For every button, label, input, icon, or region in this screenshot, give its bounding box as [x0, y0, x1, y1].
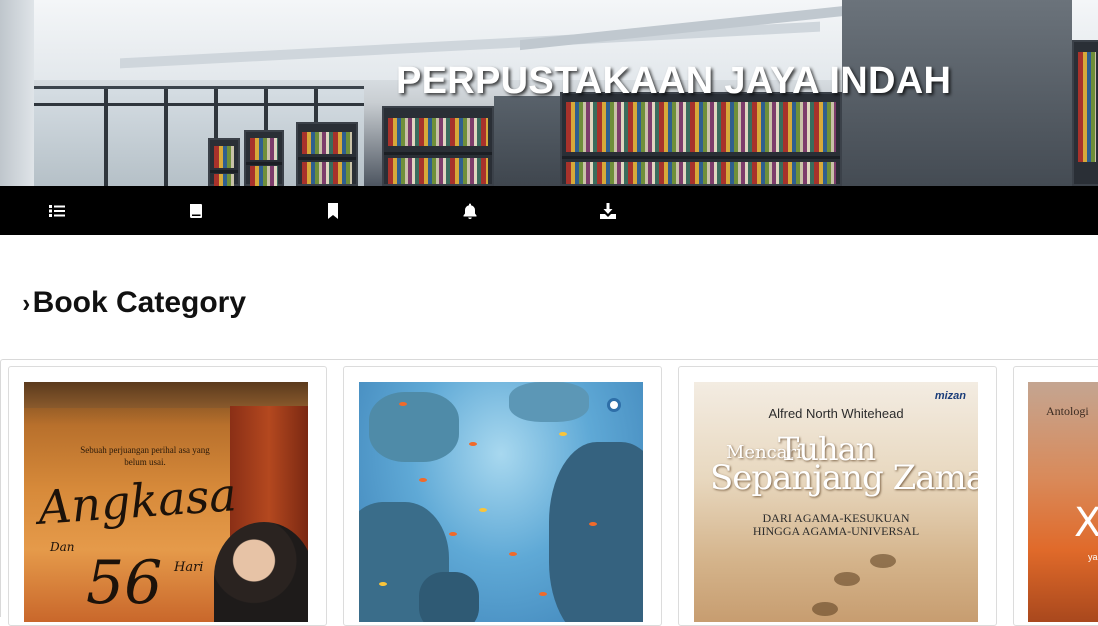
hero-pillar — [0, 0, 34, 186]
bookmark-icon — [328, 202, 338, 219]
hero-banner: PERPUSTAKAAN JAYA INDAH — [0, 0, 1098, 186]
site-title: PERPUSTAKAAN JAYA INDAH — [396, 60, 952, 102]
cover-subtitle-line: HINGGA AGAMA-UNIVERSAL — [752, 524, 920, 538]
section-title-text: Book Category — [32, 286, 247, 319]
chevron-right-icon: › — [22, 287, 31, 318]
cover-reef — [549, 442, 643, 622]
bookshelf — [560, 92, 842, 186]
cover-title: X — [1074, 500, 1098, 546]
download-icon — [600, 202, 616, 219]
cover-title: Angkasa — [36, 467, 239, 535]
cover-reef — [419, 572, 479, 622]
bookshelf — [244, 130, 284, 186]
cover-title-number: 56 — [86, 548, 163, 618]
cover-title-days: Hari — [174, 560, 204, 575]
book-cover-image[interactable]: mizan Alfred North Whitehead Mencari Tuh… — [694, 382, 978, 622]
cover-footprint — [812, 602, 838, 616]
bookshelf — [296, 122, 358, 186]
nav-book-button[interactable] — [176, 186, 216, 235]
cover-footprint — [870, 554, 896, 568]
bookshelf — [208, 138, 240, 186]
nav-bookmark-button[interactable] — [313, 186, 353, 235]
nav-download-button[interactable] — [588, 186, 628, 235]
book-icon — [190, 203, 202, 218]
book-cover-image[interactable]: Antologi X yan — [1028, 382, 1098, 622]
cover-illustration — [214, 522, 308, 622]
book-cover-image[interactable]: Sebuah perjuangan perihal asa yang belum… — [24, 382, 308, 622]
cover-label: Antologi — [1046, 404, 1089, 418]
section-title: › Book Category — [22, 286, 246, 320]
cover-reef — [509, 382, 589, 422]
list-icon — [49, 204, 65, 217]
cover-reef — [369, 392, 459, 462]
bell-icon — [463, 203, 477, 219]
book-cover-image[interactable] — [359, 382, 643, 622]
main-navbar — [0, 186, 1098, 235]
cover-window-frame — [24, 382, 308, 408]
cover-subtitle: DARI AGAMA-KESUKUAN HINGGA AGAMA-UNIVERS… — [694, 512, 978, 538]
nav-notification-button[interactable] — [450, 186, 490, 235]
cover-publisher: mizan — [934, 390, 966, 402]
bookshelf — [1072, 40, 1098, 186]
shelf-end-panel — [494, 96, 560, 186]
cover-title-and: Dan — [50, 540, 75, 554]
cover-author: Alfred North Whitehead — [768, 406, 904, 421]
cover-title-line2: Sepanjang Zaman — [710, 458, 978, 498]
cover-tagline: Sebuah perjuangan perihal asa yang belum… — [80, 445, 210, 467]
nav-list-button[interactable] — [37, 186, 77, 235]
bookshelf — [382, 106, 494, 186]
cover-footprint — [834, 572, 860, 586]
cover-tiny-text: yan — [1088, 552, 1098, 562]
publisher-logo-icon — [607, 398, 621, 412]
